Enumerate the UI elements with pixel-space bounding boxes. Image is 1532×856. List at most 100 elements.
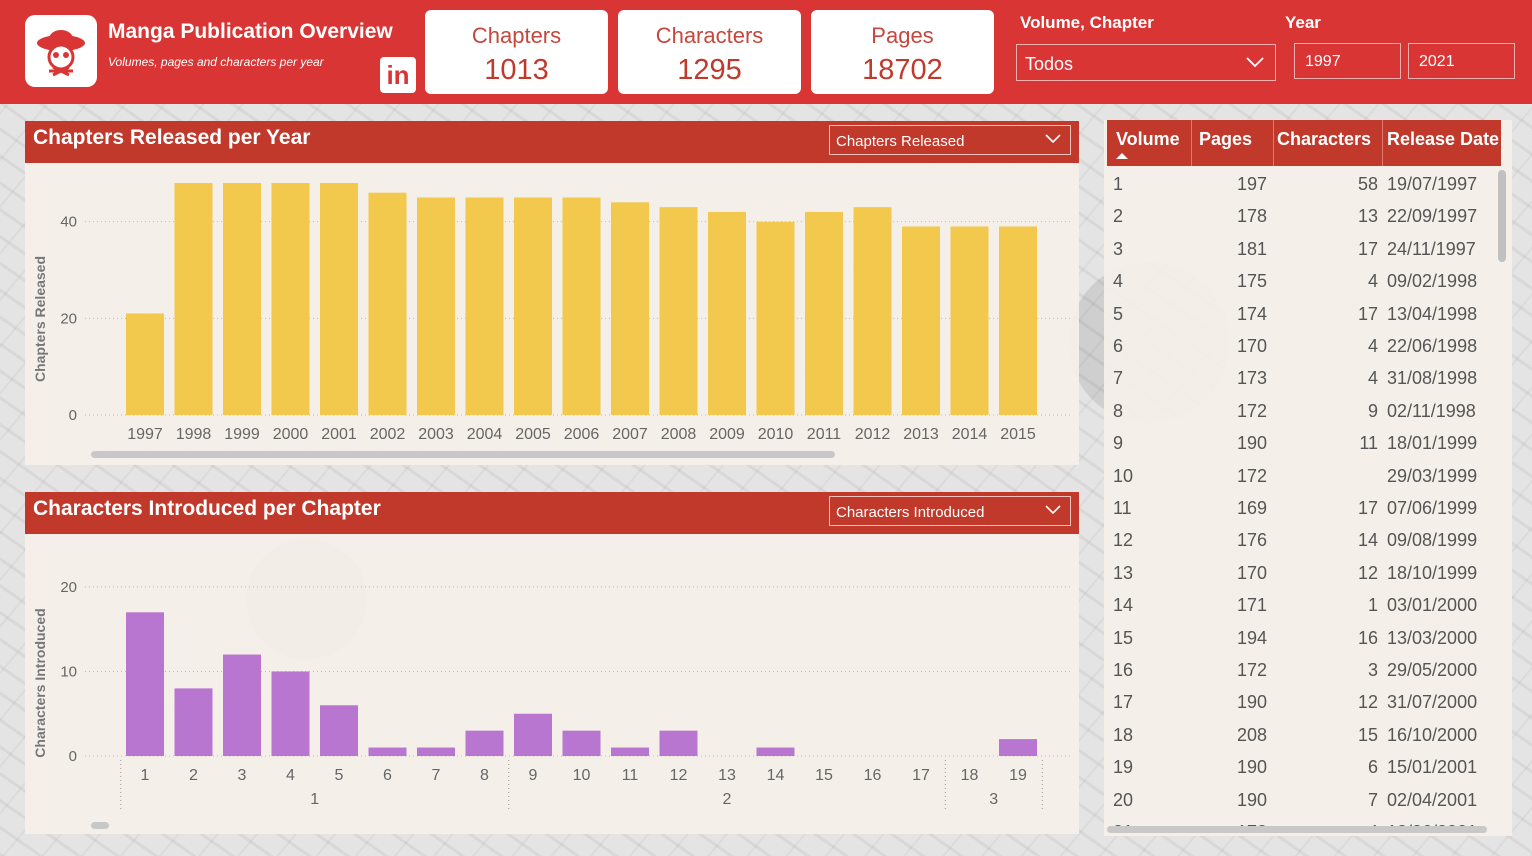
x-tick-label: 9 — [529, 767, 538, 784]
x-tick-label: 2013 — [903, 426, 939, 443]
volume-chapter-dropdown[interactable]: Todos — [1016, 44, 1276, 81]
x-tick-label: 4 — [286, 767, 295, 784]
horizontal-scrollbar[interactable] — [1107, 826, 1487, 833]
x-tick-label: 2 — [189, 767, 198, 784]
bar — [271, 671, 310, 756]
bar — [756, 747, 795, 756]
column-header-pages[interactable]: Pages — [1199, 129, 1252, 150]
cell-characters: 12 — [1357, 562, 1378, 583]
x-tick-label: 2005 — [515, 426, 551, 443]
cell-characters: 13 — [1357, 206, 1378, 227]
linkedin-logo-text: in — [386, 59, 410, 90]
table-row[interactable]: 7 173 4 31/08/1998 — [1107, 362, 1501, 394]
year-from-input[interactable]: 1997 — [1294, 43, 1401, 79]
x-tick-label: 2006 — [564, 426, 600, 443]
bar — [999, 226, 1037, 415]
bar — [368, 747, 407, 756]
x-tick-label: 1 — [141, 767, 150, 784]
table-row[interactable]: 9 190 11 18/01/1999 — [1107, 427, 1501, 459]
x-tick-label: 5 — [335, 767, 344, 784]
chapters-bar-chart: Chapters Released 0 20 40 1997 1998 1999 2000 20… — [32, 183, 1070, 443]
dropdown-value: Characters Introduced — [836, 504, 985, 521]
horizontal-scrollbar[interactable] — [91, 451, 835, 458]
bar — [611, 747, 649, 756]
cell-characters: 14 — [1357, 530, 1378, 551]
cell-volume: 14 — [1113, 595, 1134, 616]
cell-characters: 4 — [1367, 368, 1378, 389]
table-row[interactable]: 19 190 6 15/01/2001 — [1107, 751, 1501, 783]
dropdown-value: Chapters Released — [836, 133, 965, 150]
table-row[interactable]: 20 190 7 02/04/2001 — [1107, 784, 1501, 816]
x-tick-label: 2012 — [855, 426, 891, 443]
x-tick-label: 1997 — [127, 426, 163, 443]
table-row[interactable]: 8 172 9 02/11/1998 — [1107, 395, 1501, 427]
cell-volume: 17 — [1113, 692, 1134, 713]
x-tick-label: 2007 — [612, 426, 648, 443]
x-tick-label: 2014 — [952, 426, 988, 443]
column-header-release-date[interactable]: Release Date — [1387, 129, 1499, 150]
table-row[interactable]: 14 171 1 03/01/2000 — [1107, 589, 1501, 621]
table-row[interactable]: 5 174 17 13/04/1998 — [1107, 298, 1501, 330]
panel-title: Characters Introduced per Chapter — [33, 497, 381, 520]
x-tick-label: 2015 — [1000, 426, 1036, 443]
cell-characters: 9 — [1367, 400, 1378, 421]
table-row[interactable]: 17 190 12 31/07/2000 — [1107, 686, 1501, 718]
bar — [223, 654, 261, 756]
table-body: 1 197 58 19/07/1997 2 178 13 22/09/1997 3 181 17 24… — [1107, 166, 1501, 830]
x-tick-label: 2011 — [807, 426, 842, 443]
kpi-value: 1013 — [484, 54, 549, 86]
table-row[interactable]: 3 181 17 24/11/1997 — [1107, 233, 1501, 265]
table-row[interactable]: 13 170 12 18/10/1999 — [1107, 557, 1501, 589]
cell-characters: 17 — [1357, 238, 1378, 259]
kpi-value: 1295 — [677, 54, 742, 86]
horizontal-scrollbar[interactable] — [91, 822, 109, 829]
cell-release-date: 09/02/1998 — [1387, 271, 1478, 292]
table-row[interactable]: 6 170 4 22/06/1998 — [1107, 330, 1501, 362]
column-header-volume[interactable]: Volume — [1116, 129, 1180, 150]
table-row[interactable]: 15 194 16 13/03/2000 — [1107, 622, 1501, 654]
table-row[interactable]: 2 178 13 22/09/1997 — [1107, 200, 1501, 232]
cell-release-date: 29/05/2000 — [1387, 660, 1478, 680]
bar — [902, 226, 940, 415]
bar — [174, 183, 213, 415]
x-group-label: 1 — [310, 791, 319, 808]
bar — [174, 688, 213, 756]
cell-release-date: 31/08/1998 — [1387, 368, 1478, 389]
column-header-characters[interactable]: Characters — [1277, 129, 1371, 150]
sort-ascending-icon[interactable] — [1115, 152, 1129, 160]
x-tick-label: 1998 — [176, 426, 212, 443]
cell-volume: 2 — [1113, 206, 1124, 227]
table-row[interactable]: 12 176 14 09/08/1999 — [1107, 524, 1501, 556]
bar — [223, 183, 261, 415]
kpi-value: 18702 — [862, 54, 943, 86]
characters-measure-dropdown[interactable]: Characters Introduced — [829, 496, 1071, 526]
x-tick-label: 2002 — [370, 426, 406, 443]
cell-release-date: 13/04/1998 — [1387, 303, 1478, 324]
table-row[interactable]: 10 172 29/03/1999 — [1107, 460, 1501, 492]
cell-volume: 16 — [1113, 660, 1134, 680]
chapters-chart-panel: Chapters Released per Year Chapters Rele… — [25, 121, 1079, 465]
year-slicer-label: Year — [1285, 13, 1321, 32]
year-to-input[interactable]: 2021 — [1408, 43, 1515, 79]
x-group-label: 2 — [723, 791, 732, 808]
cell-volume: 4 — [1113, 271, 1124, 292]
table-row[interactable]: 16 172 3 29/05/2000 — [1107, 654, 1501, 686]
cell-pages: 190 — [1236, 789, 1267, 810]
cell-volume: 20 — [1113, 789, 1134, 810]
cell-volume: 3 — [1113, 238, 1124, 259]
table-row[interactable]: 4 175 4 09/02/1998 — [1107, 265, 1501, 297]
bar — [271, 183, 310, 415]
table-row[interactable]: 18 208 15 16/10/2000 — [1107, 719, 1501, 751]
vertical-scrollbar[interactable] — [1498, 170, 1506, 262]
table-row[interactable]: 1 197 58 19/07/1997 — [1107, 168, 1501, 200]
linkedin-icon[interactable]: in — [380, 57, 416, 93]
cell-pages: 172 — [1236, 660, 1267, 680]
cell-volume: 11 — [1113, 498, 1132, 518]
cell-release-date: 15/01/2001 — [1387, 757, 1478, 778]
table-row[interactable]: 11 169 17 07/06/1999 — [1107, 492, 1501, 524]
x-tick-label: 18 — [961, 767, 979, 784]
x-tick-label: 15 — [815, 767, 833, 784]
cell-characters: 58 — [1357, 174, 1378, 194]
chapters-measure-dropdown[interactable]: Chapters Released — [829, 125, 1071, 155]
kpi-label: Characters — [655, 23, 764, 48]
